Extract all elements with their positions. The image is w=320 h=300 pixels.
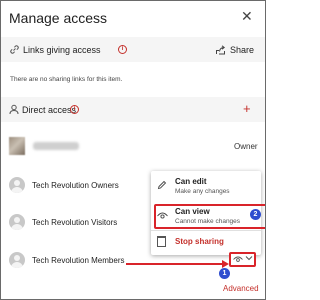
can-view-highlight	[154, 204, 265, 229]
can-view-description: Cannot make changes	[175, 218, 241, 225]
links-info-icon[interactable]: i	[118, 45, 127, 54]
step-1-badge: 1	[219, 268, 230, 279]
can-edit-description: Make any changes	[175, 188, 230, 195]
eye-icon	[157, 211, 168, 223]
share-button[interactable]: Share	[230, 45, 254, 55]
avatar	[9, 214, 25, 230]
owner-avatar	[9, 137, 25, 155]
links-section-label: Links giving access	[23, 45, 101, 55]
close-icon[interactable]: ✕	[241, 9, 253, 23]
avatar	[9, 252, 25, 268]
panel-title: Manage access	[9, 10, 108, 26]
eye-icon	[233, 255, 243, 265]
member-name-visitors: Tech Revolution Visitors	[32, 218, 118, 227]
member-name-members: Tech Revolution Members	[32, 256, 125, 265]
chevron-down-icon	[245, 254, 253, 264]
step-2-badge: 2	[250, 209, 261, 220]
person-icon	[9, 104, 20, 118]
add-person-button[interactable]: +	[243, 102, 251, 115]
trash-icon	[157, 236, 166, 247]
pencil-icon	[157, 180, 167, 193]
member-name-owners: Tech Revolution Owners	[32, 181, 119, 190]
annotation-arrow	[126, 263, 224, 265]
can-view-option[interactable]: Can view	[175, 207, 210, 216]
avatar	[9, 177, 25, 193]
direct-access-label: Direct access	[22, 105, 77, 115]
stop-sharing-option[interactable]: Stop sharing	[175, 237, 224, 246]
advanced-link[interactable]: Advanced	[223, 284, 259, 293]
link-icon	[9, 44, 20, 58]
owner-name-redacted	[33, 142, 79, 150]
owner-role-label: Owner	[234, 142, 258, 151]
menu-divider	[151, 230, 261, 231]
annotation-arrow-head	[222, 260, 229, 268]
manage-access-panel: Manage access ✕ Links giving access i Sh…	[0, 0, 266, 300]
no-links-message: There are no sharing links for this item…	[10, 76, 123, 83]
share-icon[interactable]	[215, 45, 226, 59]
direct-info-icon[interactable]: i	[70, 105, 79, 114]
can-edit-option[interactable]: Can edit	[175, 177, 207, 186]
